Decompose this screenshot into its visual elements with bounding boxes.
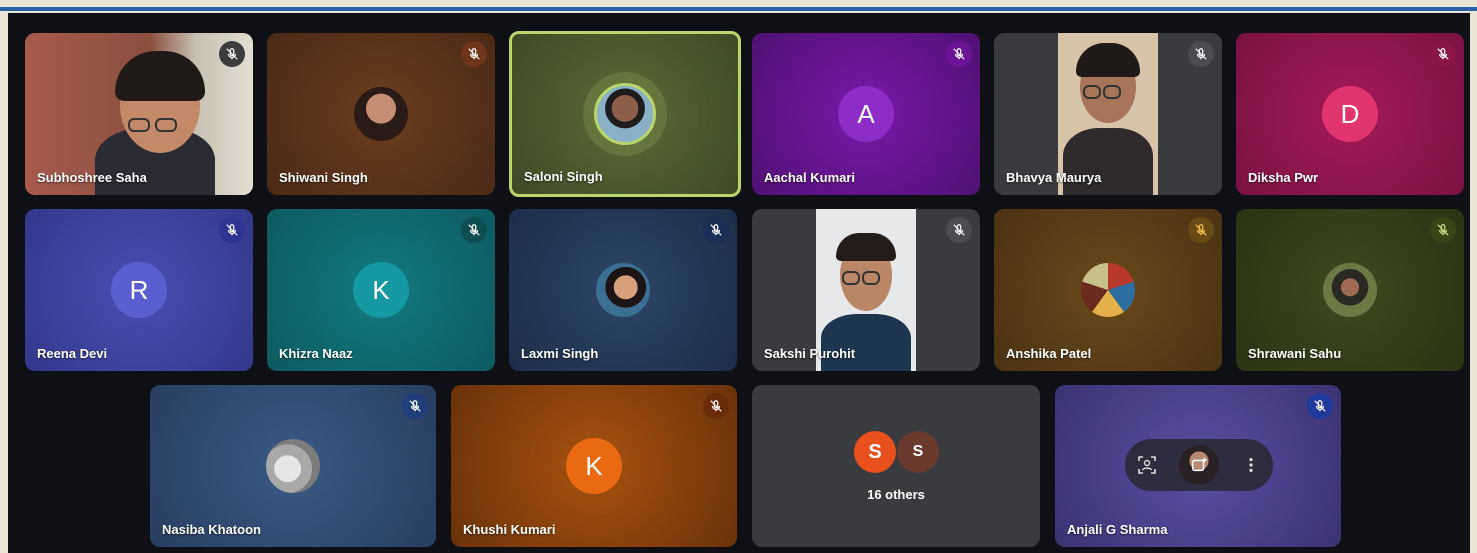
avatar: [1323, 263, 1377, 317]
others-tile[interactable]: S S 16 others: [752, 385, 1040, 547]
framing-icon[interactable]: [1134, 452, 1160, 478]
participant-tile-nasiba[interactable]: Nasiba Khatoon: [150, 385, 436, 547]
add-photo-icon[interactable]: [1178, 445, 1219, 485]
avatar-letter: R: [111, 262, 167, 318]
participant-name: Diksha Pwr: [1248, 170, 1319, 185]
participant-tile-bhavya[interactable]: Bhavya Maurya: [994, 33, 1222, 195]
mic-off-icon: [1430, 41, 1456, 67]
avatar-letter: D: [1322, 86, 1378, 142]
participant-tile-laxmi[interactable]: Laxmi Singh: [509, 209, 737, 371]
mic-off-icon: [946, 217, 972, 243]
avatar: [266, 439, 320, 493]
participant-tile-aachal[interactable]: A Aachal Kumari: [752, 33, 980, 195]
participant-tile-anshika[interactable]: Anshika Patel: [994, 209, 1222, 371]
mic-off-icon: [1188, 217, 1214, 243]
participant-name: Nasiba Khatoon: [162, 522, 261, 537]
participant-name: Khushi Kumari: [463, 522, 556, 537]
tile-hover-controls: [1125, 439, 1273, 491]
participant-tile-khizra[interactable]: K Khizra Naaz: [267, 209, 495, 371]
avatar: [354, 87, 408, 141]
participant-name: Shrawani Sahu: [1248, 346, 1342, 361]
participant-tile-khushi[interactable]: K Khushi Kumari: [451, 385, 737, 547]
avatar: [594, 83, 656, 145]
others-avatar-1: S: [854, 431, 896, 473]
participant-name: Khizra Naaz: [279, 346, 353, 361]
participant-name: Shiwani Singh: [279, 170, 368, 185]
participant-tile-subhoshree[interactable]: Subhoshree Saha: [25, 33, 253, 195]
participant-name: Bhavya Maurya: [1006, 170, 1102, 185]
participant-tile-diksha[interactable]: D Diksha Pwr: [1236, 33, 1464, 195]
participant-tile-reena[interactable]: R Reena Devi: [25, 209, 253, 371]
window-top-strip: [0, 0, 1477, 11]
participant-name: Subhoshree Saha: [37, 170, 147, 185]
participant-tile-anjali[interactable]: Anjali G Sharma: [1055, 385, 1341, 547]
more-vert-icon[interactable]: [1238, 452, 1264, 478]
mic-off-icon: [703, 393, 729, 419]
participant-name: Sakshi Purohit: [764, 346, 856, 361]
participant-tile-shrawani[interactable]: Shrawani Sahu: [1236, 209, 1464, 371]
avatar-letter: K: [566, 438, 622, 494]
participant-name: Aachal Kumari: [764, 170, 856, 185]
participant-name: Laxmi Singh: [521, 346, 599, 361]
participant-name: Saloni Singh: [524, 169, 603, 184]
participant-tile-saloni[interactable]: Saloni Singh: [509, 31, 741, 197]
mic-off-icon: [703, 217, 729, 243]
mic-off-icon: [461, 217, 487, 243]
others-avatar-2: S: [897, 431, 939, 473]
mic-off-icon: [219, 217, 245, 243]
mic-off-icon: [1307, 393, 1333, 419]
participant-name: Reena Devi: [37, 346, 108, 361]
mic-off-icon: [1188, 41, 1214, 67]
others-count-label: 16 others: [867, 487, 925, 502]
participant-name: Anshika Patel: [1006, 346, 1092, 361]
avatar-letter: K: [353, 262, 409, 318]
mic-off-icon: [461, 41, 487, 67]
participant-name: Anjali G Sharma: [1067, 522, 1168, 537]
mic-off-icon: [219, 41, 245, 67]
avatar-letter: A: [838, 86, 894, 142]
mic-off-icon: [946, 41, 972, 67]
participant-tile-sakshi[interactable]: Sakshi Purohit: [752, 209, 980, 371]
participant-tile-shiwani[interactable]: Shiwani Singh: [267, 33, 495, 195]
avatar: [596, 263, 650, 317]
avatar: [1081, 263, 1135, 317]
mic-off-icon: [1430, 217, 1456, 243]
mic-off-icon: [402, 393, 428, 419]
meeting-grid: Subhoshree Saha Shiwani Singh Saloni Sin…: [8, 13, 1470, 553]
